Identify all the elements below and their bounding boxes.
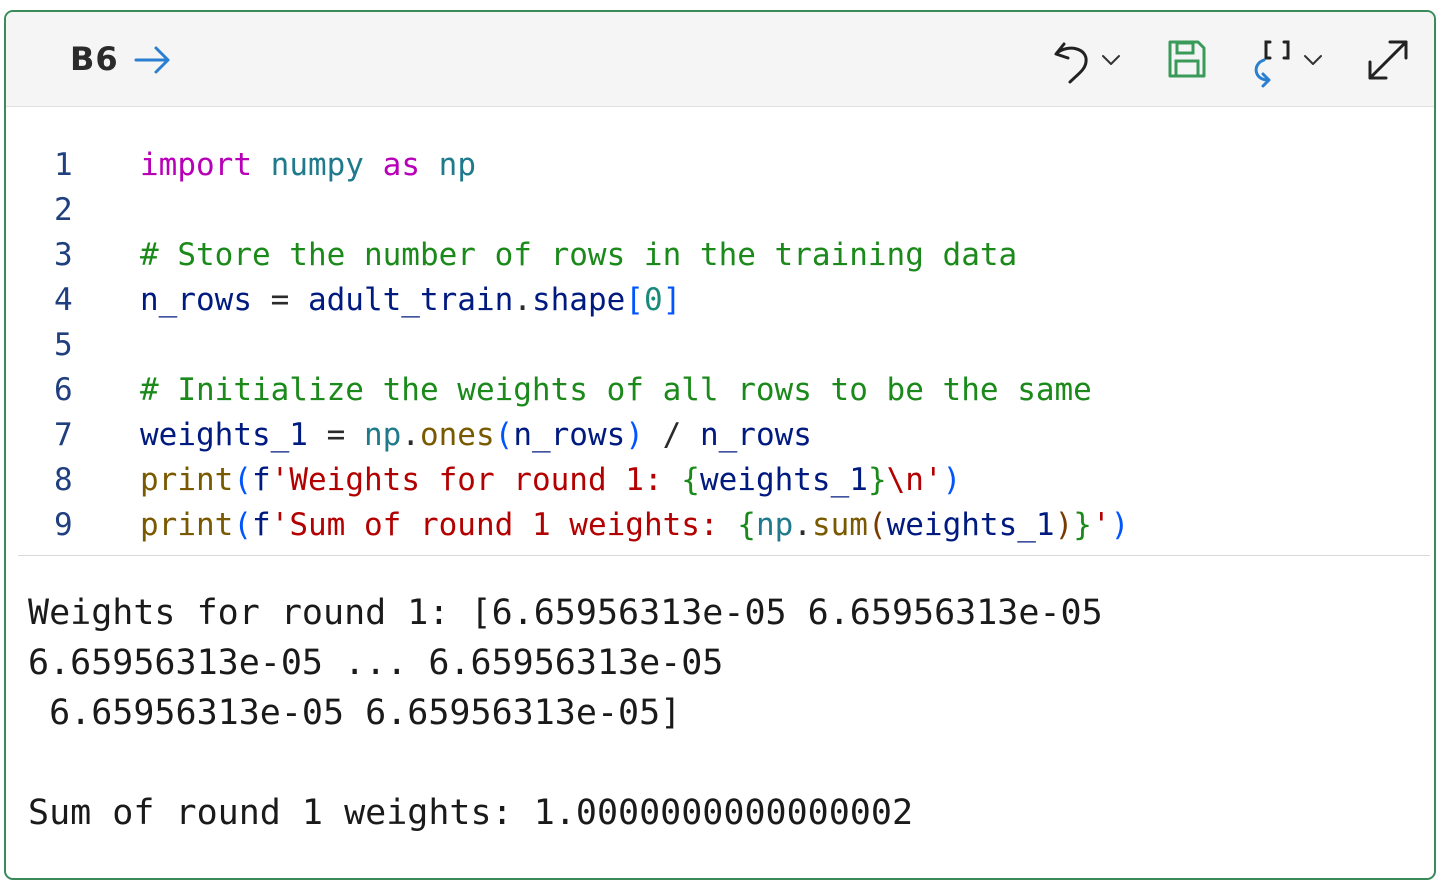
code-token: =	[251, 282, 308, 318]
code-line[interactable]: 4 n_rows = adult_train.shape[0]	[6, 278, 1434, 323]
code-token: =	[307, 417, 364, 453]
code-text[interactable]: # Initialize the weights of all rows to …	[140, 368, 1092, 413]
output-line: 6.65956313e-05 ... 6.65956313e-05	[28, 643, 724, 683]
code-token: numpy	[270, 147, 364, 183]
code-line[interactable]: 5	[6, 323, 1434, 368]
code-line[interactable]: 9 print(f'Sum of round 1 weights: {np.sum…	[6, 503, 1434, 548]
code-token: (	[867, 507, 887, 543]
code-token: (	[494, 417, 514, 453]
code-token: ]	[662, 282, 682, 318]
code-token: f	[252, 462, 271, 498]
code-text[interactable]: print(f'Sum of round 1 weights: {np.sum(…	[140, 503, 1129, 548]
code-token: weights_1	[140, 417, 308, 453]
cell-toolbar: B6	[6, 12, 1434, 107]
code-token: '	[1091, 507, 1111, 543]
code-token: shape	[531, 282, 626, 318]
code-token: }	[1073, 507, 1092, 543]
code-token: sum	[811, 507, 868, 543]
code-token: )	[1110, 507, 1130, 543]
code-token: weights_1	[886, 507, 1055, 543]
line-number: 7	[54, 417, 73, 453]
code-token: weights_1	[699, 462, 868, 498]
code-editor[interactable]: 1 import numpy as np 2 3 # Store the number …	[6, 143, 1434, 548]
code-token: as	[382, 147, 420, 183]
code-token: )	[1054, 507, 1074, 543]
cell-output: Weights for round 1: [6.65956313e-05 6.6…	[28, 588, 1103, 838]
output-line: Sum of round 1 weights: 1.00000000000000…	[28, 793, 914, 833]
line-number: 4	[54, 282, 73, 318]
code-cell-editor: B6 1 import numpy as np 2 3 # Store the …	[4, 10, 1436, 880]
code-line[interactable]: 2	[6, 188, 1434, 233]
code-token: # Initialize the weights of all rows to …	[140, 372, 1092, 408]
code-token: f	[252, 507, 271, 543]
code-token: 'Sum of round 1 weights:	[270, 507, 738, 543]
code-token: print	[140, 462, 234, 498]
reset-dropdown-chevron-down-icon[interactable]	[1302, 52, 1324, 68]
code-line[interactable]: 8 print(f'Weights for round 1: {weights_1…	[6, 458, 1434, 503]
code-token: .	[401, 417, 420, 453]
code-token: .	[793, 507, 812, 543]
reset-brackets-icon[interactable]	[1250, 36, 1300, 88]
code-token: n_rows	[140, 282, 252, 318]
code-token: {	[681, 462, 700, 498]
code-line[interactable]: 6 # Initialize the weights of all rows to…	[6, 368, 1434, 413]
output-line: 6.65956313e-05 6.65956313e-05]	[28, 693, 682, 733]
line-number: 1	[54, 147, 73, 183]
code-line[interactable]: 1 import numpy as np	[6, 143, 1434, 188]
output-divider	[18, 555, 1430, 556]
code-token: np	[755, 507, 794, 543]
code-token: }	[867, 462, 887, 498]
code-token: print	[140, 507, 234, 543]
code-token: \n	[886, 462, 924, 498]
line-number: 8	[54, 462, 73, 498]
undo-icon[interactable]	[1050, 38, 1096, 86]
code-token: 0	[643, 282, 663, 318]
undo-dropdown-chevron-down-icon[interactable]	[1100, 52, 1122, 68]
code-token: (	[233, 462, 252, 498]
line-number: 9	[54, 507, 73, 543]
code-token: np	[438, 147, 476, 183]
code-token: import	[140, 147, 252, 183]
code-line[interactable]: 7 weights_1 = np.ones(n_rows) / n_rows	[6, 413, 1434, 458]
code-token: '	[923, 462, 943, 498]
expand-icon[interactable]	[1364, 36, 1412, 84]
code-token: )	[625, 417, 644, 453]
code-text[interactable]: print(f'Weights for round 1: {weights_1}…	[140, 458, 961, 503]
code-token: 'Weights for round 1:	[270, 462, 682, 498]
code-text[interactable]: weights_1 = np.ones(n_rows) / n_rows	[140, 413, 812, 458]
code-token: .	[513, 282, 532, 318]
code-text[interactable]: import numpy as np	[140, 143, 476, 188]
cell-reference: B6	[70, 40, 119, 78]
code-token: /	[643, 417, 700, 453]
code-token: adult_train	[307, 282, 514, 318]
line-number: 6	[54, 372, 73, 408]
save-icon[interactable]	[1166, 38, 1208, 80]
code-line[interactable]: 3 # Store the number of rows in the train…	[6, 233, 1434, 278]
line-number: 3	[54, 237, 73, 273]
code-token: [	[625, 282, 644, 318]
code-token: {	[737, 507, 756, 543]
output-line: Weights for round 1: [6.65956313e-05 6.6…	[28, 593, 1103, 633]
code-token: # Store the number of rows in the traini…	[140, 237, 1018, 273]
arrow-right-icon[interactable]	[132, 42, 174, 78]
line-number: 5	[54, 327, 73, 363]
code-token: n_rows	[513, 417, 626, 453]
code-text[interactable]: # Store the number of rows in the traini…	[140, 233, 1017, 278]
line-number: 2	[54, 192, 73, 228]
code-token: n_rows	[699, 417, 812, 453]
code-token: np	[363, 417, 402, 453]
code-token: (	[233, 507, 252, 543]
code-token: ones	[419, 417, 495, 453]
code-text[interactable]: n_rows = adult_train.shape[0]	[140, 278, 681, 323]
code-token: )	[942, 462, 962, 498]
